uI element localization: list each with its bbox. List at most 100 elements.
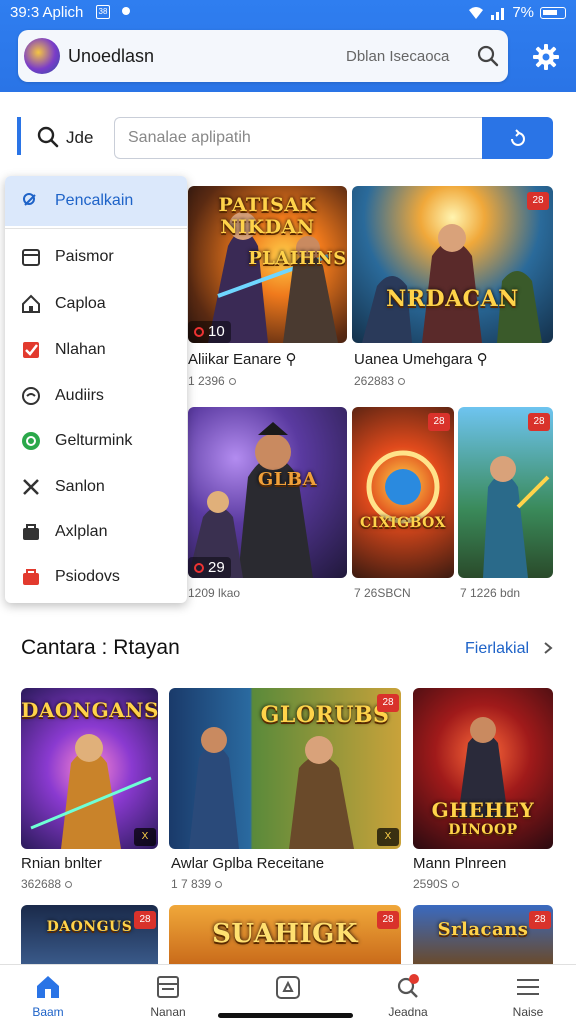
menu-item-label: Sanlon — [55, 478, 105, 495]
home-icon — [22, 294, 40, 313]
game-thumbnail[interactable]: 28 — [458, 407, 553, 578]
game-title[interactable]: Mann Plnreen — [413, 855, 506, 872]
search-input[interactable] — [114, 117, 484, 159]
menu-item-label: Pencalkain — [55, 192, 134, 209]
hero-illustration — [188, 422, 313, 578]
new-badge: 28 — [527, 192, 549, 210]
game-title[interactable]: Uanea Umehgara ⚲ — [354, 350, 488, 368]
game-thumbnail[interactable]: DAONGUS 28 — [21, 905, 158, 965]
meta-icon — [228, 378, 236, 385]
home-indicator — [218, 1013, 353, 1018]
thumbnail-title-text: SUAHIGK — [212, 919, 358, 949]
game-thumbnail[interactable]: GLORUBS 28 X — [169, 688, 401, 849]
menu-item-caploa[interactable]: Caploa — [5, 282, 187, 326]
game-title[interactable]: Aliikar Eanare ⚲ — [188, 350, 297, 368]
game-thumbnail[interactable]: SUAHIGK 28 — [169, 905, 401, 965]
play-icon — [194, 563, 204, 573]
search-alert-icon — [397, 974, 419, 998]
badge-icon: X — [134, 828, 156, 846]
nav-list[interactable]: Nanan — [120, 965, 216, 1024]
menu-item-label: Gelturmink — [55, 432, 133, 449]
nav-label: Baam — [32, 1005, 64, 1019]
thumbnail-title-text: CIXIGBOX — [360, 515, 446, 531]
play-icon — [194, 327, 204, 337]
hero-illustration — [362, 224, 542, 343]
menu-item-label: Caploa — [55, 295, 106, 312]
status-bar: 39:3 Aplich 38 7% — [0, 0, 576, 26]
search-icon[interactable] — [476, 44, 500, 68]
new-badge: 28 — [134, 911, 156, 929]
game-title[interactable]: Awlar Gplba Receitane — [171, 855, 324, 872]
menu-item-audiirs[interactable]: Audiirs — [5, 374, 187, 418]
cross-icon — [23, 479, 39, 495]
new-badge: 28 — [428, 413, 450, 431]
game-thumbnail[interactable]: GLBA 29 — [188, 407, 347, 578]
menu-icon — [517, 979, 539, 995]
app-title: Unoedlasn — [68, 46, 155, 66]
game-meta: 2590S — [413, 877, 459, 891]
gear-icon[interactable] — [532, 43, 560, 71]
menu-item-label: Audiirs — [55, 387, 104, 404]
app-bar: Unoedlasn Dblan Isecaoca — [18, 30, 508, 82]
list-icon — [157, 976, 179, 998]
game-thumbnail[interactable]: PATISAK NIKDAN PLAIHNS 10 — [188, 186, 347, 343]
game-meta-value: 362688 — [21, 877, 62, 891]
calendar-icon — [22, 249, 40, 266]
search-accent-bar — [17, 117, 21, 155]
menu-item-paismor[interactable]: Paismor — [5, 235, 187, 279]
menu-item-nlahan[interactable]: Nlahan — [5, 328, 187, 372]
badge-icon: X — [377, 828, 399, 846]
menu-divider — [5, 228, 187, 229]
dropdown-menu: Pencalkain Paismor Caploa Nlahan Audiirs… — [5, 176, 187, 603]
new-badge: 28 — [529, 911, 551, 929]
game-thumbnail[interactable]: DAONGANS X — [21, 688, 158, 849]
menu-item-label: Axlplan — [55, 523, 108, 540]
avatar[interactable] — [24, 38, 60, 74]
menu-item-label: Nlahan — [55, 341, 106, 358]
play-count-chip: 10 — [188, 321, 231, 343]
game-thumbnail[interactable]: NRDACAN 28 — [352, 186, 553, 343]
chevron-right-icon[interactable] — [540, 638, 556, 658]
pencil-search-icon — [23, 193, 36, 206]
game-meta: 1209 lkao — [188, 586, 241, 600]
signal-icon — [491, 7, 505, 20]
see-all-link[interactable]: Fierlakial — [465, 640, 529, 658]
meta-icon — [215, 881, 223, 888]
nav-label: Naise — [512, 1005, 544, 1019]
search-submit-button[interactable] — [482, 117, 553, 159]
game-thumbnail[interactable]: Srlacans 28 — [413, 905, 553, 965]
game-thumbnail[interactable]: GHEHEY DINOOP — [413, 688, 553, 849]
nav-label: Jeadna — [388, 1005, 428, 1019]
bag-icon — [23, 524, 39, 540]
menu-item-psiodovs[interactable]: Psiodovs — [5, 555, 187, 599]
new-badge: 28 — [377, 911, 399, 929]
section-title: Cantara : Rtayan — [21, 636, 180, 659]
new-badge: 28 — [377, 694, 399, 712]
wifi-icon — [469, 6, 484, 19]
red-check-icon — [23, 342, 39, 358]
refresh-icon — [511, 129, 525, 146]
game-title[interactable]: Rnian bnlter — [21, 855, 102, 872]
green-circle-icon — [22, 432, 40, 450]
game-meta: 7 26SBCN — [354, 586, 411, 600]
hero-illustration — [483, 456, 550, 578]
game-meta: 1 7 839 — [171, 877, 223, 891]
thumbnail-title-text: GLBA — [257, 469, 318, 490]
nav-more[interactable]: Naise — [480, 965, 576, 1024]
notification-icon: 38 — [96, 5, 110, 19]
battery-percent: 7% — [512, 4, 534, 21]
search-icon — [37, 126, 59, 148]
game-meta-value: 2590S — [413, 877, 448, 891]
nav-search[interactable]: Jeadna — [360, 965, 456, 1024]
game-thumbnail[interactable]: CIXIGBOX 28 — [352, 407, 454, 578]
menu-item-axlplan[interactable]: Axlplan — [5, 510, 187, 554]
emblem-illustration — [366, 450, 440, 524]
menu-item-pencalkain[interactable]: Pencalkain — [5, 176, 187, 226]
thumbnail-subtitle-text: PLAIHNS — [248, 248, 347, 269]
game-meta: 1 2396 — [188, 374, 236, 388]
app-bar-hint[interactable]: Dblan Isecaoca — [346, 48, 449, 65]
nav-home[interactable]: Baam — [0, 965, 96, 1024]
menu-item-sanlon[interactable]: Sanlon — [5, 465, 187, 509]
menu-item-gelturmink[interactable]: Gelturmink — [5, 419, 187, 463]
thumbnail-subtitle-text: DINOOP — [448, 822, 518, 838]
